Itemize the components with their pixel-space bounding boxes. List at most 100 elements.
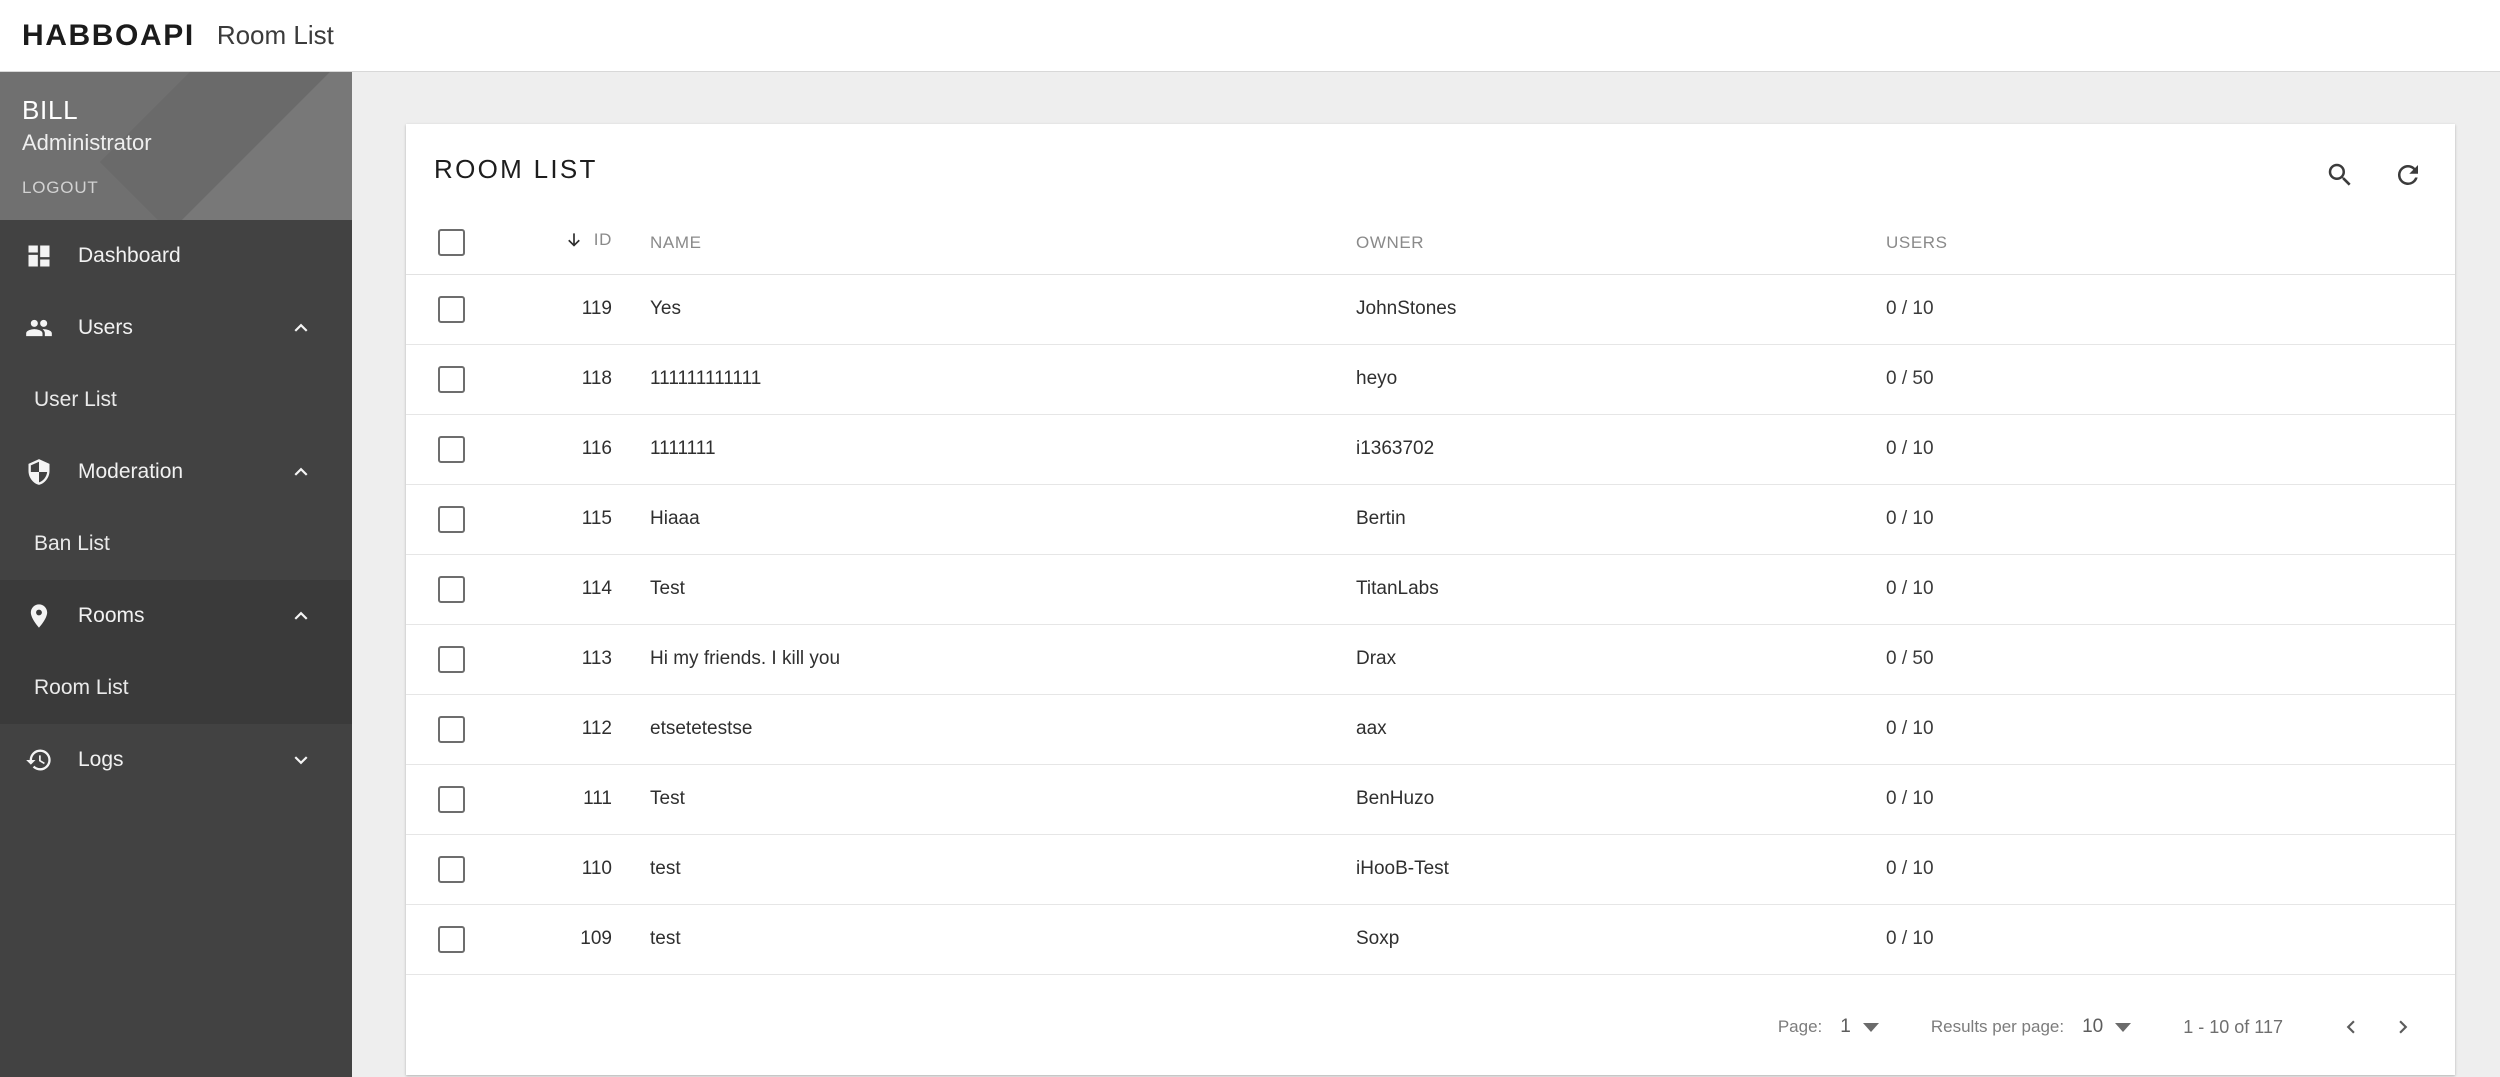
refresh-icon[interactable]: [2387, 154, 2429, 196]
table-row[interactable]: 113 Hi my friends. I kill you Drax 0 / 5…: [406, 624, 2455, 695]
people-icon: [22, 311, 56, 345]
user-role: Administrator: [22, 129, 152, 155]
table-row[interactable]: 110 test iHooB-Test 0 / 10: [406, 834, 2455, 905]
sidebar-nav: Dashboard Users User List Moderation Ban…: [0, 220, 352, 796]
page-title: Room List: [216, 20, 334, 50]
chevron-up-icon[interactable]: [288, 315, 314, 341]
row-checkbox[interactable]: [438, 925, 465, 953]
row-select-cell: [406, 414, 516, 485]
chevron-down-icon[interactable]: [288, 747, 314, 773]
cell-users: 0 / 10: [1886, 694, 2455, 765]
row-checkbox[interactable]: [438, 435, 465, 463]
row-select-cell: [406, 834, 516, 905]
cell-users: 0 / 10: [1886, 484, 2455, 555]
column-header-users[interactable]: USERS: [1886, 212, 2455, 275]
cell-name: test: [646, 904, 1356, 975]
row-select-cell: [406, 554, 516, 625]
page-select-value: 1: [1840, 1016, 1851, 1037]
table-row[interactable]: 114 Test TitanLabs 0 / 10: [406, 554, 2455, 625]
cell-name: Test: [646, 764, 1356, 835]
sidebar-item-rooms[interactable]: Rooms: [0, 580, 352, 652]
search-icon[interactable]: [2319, 154, 2361, 196]
table-row[interactable]: 118 111111111111 heyo 0 / 50: [406, 344, 2455, 415]
row-select-cell: [406, 274, 516, 345]
history-icon: [22, 743, 56, 777]
chevron-up-icon[interactable]: [288, 603, 314, 629]
room-list-table: ID NAME OWNER USERS 119 Yes JohnStones 0…: [406, 212, 2455, 975]
cell-id: 111: [516, 764, 646, 835]
sidebar-item-ban-list[interactable]: Ban List: [0, 508, 352, 580]
cell-users: 0 / 10: [1886, 274, 2455, 345]
cell-name: Hi my friends. I kill you: [646, 624, 1356, 695]
results-per-page-select[interactable]: 10: [2082, 1016, 2132, 1038]
cell-owner: TitanLabs: [1356, 554, 1886, 625]
row-checkbox[interactable]: [438, 785, 465, 813]
logout-button[interactable]: LOGOUT: [22, 178, 352, 198]
card-actions: [2319, 154, 2429, 196]
cell-id: 114: [516, 554, 646, 625]
sidebar: BILL Administrator LOGOUT Dashboard User…: [0, 72, 352, 1077]
table-row[interactable]: 119 Yes JohnStones 0 / 10: [406, 274, 2455, 345]
cell-name: 1111111: [646, 414, 1356, 485]
table-row[interactable]: 115 Hiaaa Bertin 0 / 10: [406, 484, 2455, 555]
row-checkbox[interactable]: [438, 575, 465, 603]
chevron-up-icon[interactable]: [288, 459, 314, 485]
table-body: 119 Yes JohnStones 0 / 10 118 1111111111…: [406, 274, 2455, 975]
row-select-cell: [406, 344, 516, 415]
row-checkbox[interactable]: [438, 715, 465, 743]
table-row[interactable]: 109 test Soxp 0 / 10: [406, 904, 2455, 975]
cell-id: 115: [516, 484, 646, 555]
row-checkbox[interactable]: [438, 855, 465, 883]
sidebar-item-dashboard[interactable]: Dashboard: [0, 220, 352, 292]
column-header-name[interactable]: NAME: [646, 212, 1356, 275]
app-brand: HABBOAPI: [22, 18, 195, 52]
cell-users: 0 / 10: [1886, 414, 2455, 485]
column-header-label: USERS: [1886, 232, 1948, 252]
table-row[interactable]: 112 etsetetestse aax 0 / 10: [406, 694, 2455, 765]
table-header-row: ID NAME OWNER USERS: [406, 212, 2455, 275]
row-checkbox[interactable]: [438, 365, 465, 393]
cell-id: 112: [516, 694, 646, 765]
sidebar-item-room-list[interactable]: Room List: [0, 652, 352, 724]
card-title: ROOM LIST: [434, 154, 598, 184]
column-header-label: NAME: [650, 232, 702, 252]
cell-owner: JohnStones: [1356, 274, 1886, 345]
table-paginator: Page: 1 Results per page: 10 1 - 10 of 1…: [406, 979, 2455, 1075]
previous-page-button[interactable]: [2325, 1001, 2377, 1053]
sidebar-subitem-label: User List: [34, 388, 117, 411]
column-header-owner[interactable]: OWNER: [1356, 212, 1886, 275]
chevron-down-icon: [1862, 1022, 1879, 1032]
cell-id: 110: [516, 834, 646, 905]
sidebar-item-logs[interactable]: Logs: [0, 724, 352, 796]
cell-owner: aax: [1356, 694, 1886, 765]
sort-desc-arrow-icon: [564, 229, 584, 251]
sidebar-item-moderation[interactable]: Moderation: [0, 436, 352, 508]
cell-id: 113: [516, 624, 646, 695]
cell-id: 118: [516, 344, 646, 415]
sidebar-subitem-label: Ban List: [34, 532, 110, 555]
row-checkbox[interactable]: [438, 505, 465, 533]
sidebar-group-rooms: Rooms Room List: [0, 580, 352, 724]
cell-name: test: [646, 834, 1356, 905]
row-checkbox[interactable]: [438, 295, 465, 323]
sidebar-item-label: Moderation: [78, 460, 184, 483]
column-header-label: ID: [593, 230, 612, 250]
location-pin-icon: [22, 599, 56, 633]
column-header-id[interactable]: ID: [516, 212, 646, 275]
chevron-down-icon: [2115, 1022, 2132, 1032]
cell-users: 0 / 10: [1886, 834, 2455, 905]
cell-id: 109: [516, 904, 646, 975]
next-page-button[interactable]: [2377, 1001, 2429, 1053]
cell-owner: iHooB-Test: [1356, 834, 1886, 905]
page-select[interactable]: 1: [1840, 1016, 1879, 1038]
row-checkbox[interactable]: [438, 645, 465, 673]
table-row[interactable]: 111 Test BenHuzo 0 / 10: [406, 764, 2455, 835]
column-header-label: OWNER: [1356, 232, 1425, 252]
table-row[interactable]: 116 1111111 i1363702 0 / 10: [406, 414, 2455, 485]
row-select-cell: [406, 624, 516, 695]
cell-owner: i1363702: [1356, 414, 1886, 485]
sidebar-item-user-list[interactable]: User List: [0, 364, 352, 436]
top-app-bar: HABBOAPI Room List: [0, 0, 2500, 72]
sidebar-item-users[interactable]: Users: [0, 292, 352, 364]
select-all-checkbox[interactable]: [438, 229, 465, 257]
